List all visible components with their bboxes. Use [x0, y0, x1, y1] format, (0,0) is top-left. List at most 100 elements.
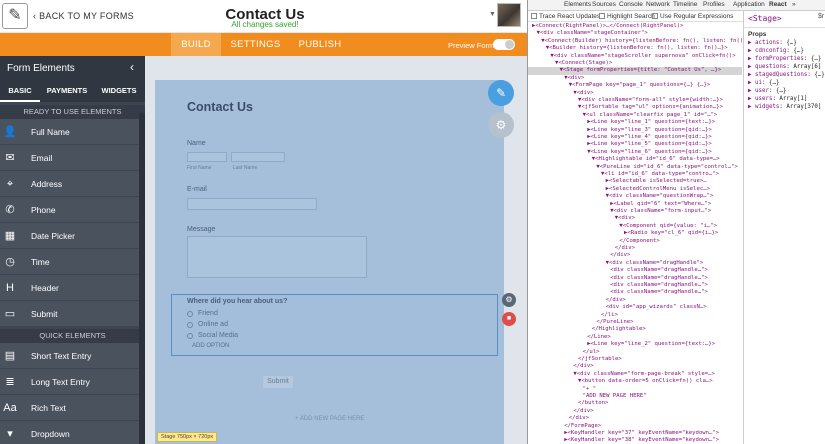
prop-row[interactable]: ▶ actions: {…} [748, 40, 797, 46]
tree-node[interactable]: ▼<PureLine id="id_6" data-type="control…… [596, 164, 737, 171]
option-social-media[interactable]: Social Media [198, 332, 238, 339]
tree-node[interactable]: ▼<div> [573, 90, 593, 97]
tab-settings[interactable]: SETTINGS [228, 33, 283, 56]
avatar[interactable] [497, 3, 521, 27]
tree-node[interactable]: ▼<ul className="clearfix page_1" id="…"> [583, 112, 718, 119]
tree-node[interactable]: </button> [578, 400, 608, 407]
radio-friend[interactable] [187, 311, 193, 317]
tree-node[interactable]: <div className="dragHandle…"> [610, 282, 708, 289]
tree-node[interactable]: <div className="dragHandle…"> [610, 275, 708, 282]
tree-node[interactable]: ▶<Line key="line_3" question={qid:…}> [587, 127, 712, 134]
tree-node[interactable]: ▶<KeyHandler key="38" keyEventName="keyd… [564, 437, 719, 444]
sidebar-item-date-picker[interactable]: ▦ Date Picker [0, 223, 139, 249]
tree-node[interactable]: ▶<KeyHandler key="37" keyEventName="keyd… [564, 430, 719, 437]
paint-brush-icon[interactable]: ✎ [488, 80, 514, 106]
tree-node[interactable]: ▶<Line key="line_1" question={text:…}> [587, 119, 715, 126]
tree-node[interactable]: ▼<Highlightable id="id_6" data-type=…> [592, 156, 720, 163]
first-name-input[interactable] [187, 152, 227, 162]
trash-icon[interactable]: ■ [502, 312, 516, 326]
radio-online-ad[interactable] [187, 322, 193, 328]
devtools-tab-network[interactable]: Network [646, 1, 670, 8]
tree-node[interactable]: <div className="dragHandle…"> [610, 289, 708, 296]
option-online-ad[interactable]: Online ad [198, 321, 228, 328]
tree-node[interactable]: </li> [601, 312, 618, 319]
tree-node[interactable]: ▼<div className="form-page-break" style=… [573, 371, 714, 378]
tab-publish[interactable]: PUBLISH [295, 33, 345, 56]
prop-row[interactable]: ▶ formProperties: {…} [748, 56, 821, 62]
search-icon[interactable]: $r [818, 13, 824, 20]
tree-node[interactable]: </jfSortable> [578, 356, 622, 363]
selected-question-block[interactable]: Where did you hear about us? Friend Onli… [171, 294, 498, 356]
sidebar-item-header[interactable]: H Header [0, 275, 139, 301]
sidebar-item-rich-text[interactable]: Aa Rich Text [0, 395, 139, 421]
tree-node[interactable]: ▼<Line key="line_6" question={qid:…}> [587, 149, 712, 156]
tree-node[interactable]: ▼<Connect(Stage)> [555, 60, 612, 67]
tree-node[interactable]: ▶<Line key="line_5" question={qid:…}> [587, 141, 712, 148]
tree-node[interactable]: ▼<button data-order=5 onClick=fn() cla…> [578, 378, 713, 385]
sidebar-item-email[interactable]: ✉ Email [0, 145, 139, 171]
form-heading[interactable]: Contact Us [187, 100, 253, 114]
tree-node[interactable]: </div> [610, 252, 630, 259]
tree-node[interactable]: </Highlightable> [592, 326, 646, 333]
tree-node[interactable]: "+ " [583, 386, 596, 393]
last-name-input[interactable] [231, 152, 285, 162]
tree-node[interactable]: ▶<Line key="line_2" question={text:…}> [587, 341, 715, 348]
question-settings-gear-icon[interactable]: ⚙ [502, 293, 516, 307]
sidebar-item-short-text-entry[interactable]: ▤ Short Text Entry [0, 343, 139, 369]
tree-node[interactable]: ▼<div> [564, 75, 584, 82]
tree-node[interactable]: </div> [573, 408, 593, 415]
tree-node[interactable]: ▼<div className="questionWrap…"> [606, 193, 714, 200]
prop-row[interactable]: ▶ widgets: Array[370] [748, 104, 821, 110]
tree-node[interactable]: ▶<Radio key="cl_6" qid={i…}> [624, 230, 718, 237]
highlight-search-checkbox[interactable]: Highlight Search [599, 13, 655, 20]
preview-form-toggle[interactable] [493, 39, 515, 50]
tree-node[interactable]: ▼<Stage formProperties={title: "Contact … [560, 67, 722, 74]
tree-node[interactable]: <div id="app_wizards" classN…> [606, 304, 707, 311]
sidebar-item-submit[interactable]: ▭ Submit [0, 301, 139, 327]
prop-row[interactable]: ▶ ui: {…} [748, 80, 779, 86]
tree-node[interactable]: ▼<div className="form-all" style={width:… [578, 97, 723, 104]
prop-row[interactable]: ▶ users: Array[1] [748, 96, 807, 102]
devtools-tab-application[interactable]: Application [733, 1, 765, 8]
tree-node[interactable]: </div> [569, 415, 589, 422]
tree-node[interactable]: ▼<div className="stageContainer"> [537, 30, 648, 37]
tree-node[interactable]: ▼<div className="stageScroller supernova… [550, 53, 735, 60]
tree-node[interactable]: </FormPage> [564, 423, 601, 430]
tab-payments[interactable]: PAYMENTS [43, 80, 91, 102]
tree-node[interactable]: </Component> [619, 238, 659, 245]
tree-node[interactable]: </Line> [587, 334, 611, 341]
prop-row[interactable]: ▶ questions: Array[6] [748, 64, 821, 70]
logo-icon[interactable]: ✎ [2, 3, 28, 29]
tree-node[interactable]: ▶<Connect(RightPanel)>…</Connect(RightPa… [532, 23, 684, 30]
tab-widgets[interactable]: WIDGETS [96, 80, 142, 102]
tree-node[interactable]: </PureLine> [596, 319, 633, 326]
tab-basic[interactable]: BASIC [0, 80, 40, 102]
devtools-tab-react[interactable]: React [769, 1, 787, 8]
sidebar-item-time[interactable]: ◷ Time [0, 249, 139, 275]
tree-node[interactable]: ▼<Component qid={value: "i…"> [619, 223, 717, 230]
tree-node[interactable]: ▼<div className="form-input…"> [610, 208, 711, 215]
tree-node[interactable]: "ADD NEW PAGE HERE" [583, 393, 647, 400]
regex-checkbox[interactable]: Use Regular Expressions [652, 13, 733, 20]
tree-node[interactable]: ▼<div className="dragHandle"> [606, 260, 704, 267]
tab-build[interactable]: BUILD [171, 33, 221, 56]
add-new-page-button[interactable]: + ADD NEW PAGE HERE [295, 416, 364, 422]
tree-node[interactable]: <div className="dragHandle…"> [610, 267, 708, 274]
option-friend[interactable]: Friend [198, 310, 218, 317]
tree-node[interactable]: ▶<Label qid="6" text="Where…"> [610, 201, 711, 208]
sidebar-item-address[interactable]: ⌖ Address [0, 171, 139, 197]
tree-node[interactable]: ▼<jfSortable tag="ul" options={animation… [578, 104, 723, 111]
sidebar-item-full-name[interactable]: 👤 Full Name [0, 119, 139, 145]
question-label[interactable]: Where did you hear about us? [187, 298, 287, 305]
message-textarea[interactable] [187, 236, 367, 278]
tree-node[interactable]: </ul> [583, 349, 600, 356]
tree-node[interactable]: ▼<FormPage key="page_1" questions={…} {…… [569, 82, 710, 89]
devtools-tab-[interactable]: » [792, 1, 796, 8]
trace-react-updates-checkbox[interactable]: Trace React Updates [531, 13, 600, 20]
radio-social-media[interactable] [187, 333, 193, 339]
tree-node[interactable]: </div> [615, 245, 635, 252]
prop-row[interactable]: ▶ cdnconfig: {…} [748, 48, 804, 54]
devtools-tab-console[interactable]: Console [619, 1, 643, 8]
tree-node[interactable]: ▶<SelectedControlMenu isSelec…> [606, 186, 710, 193]
sidebar-item-phone[interactable]: ✆ Phone [0, 197, 139, 223]
